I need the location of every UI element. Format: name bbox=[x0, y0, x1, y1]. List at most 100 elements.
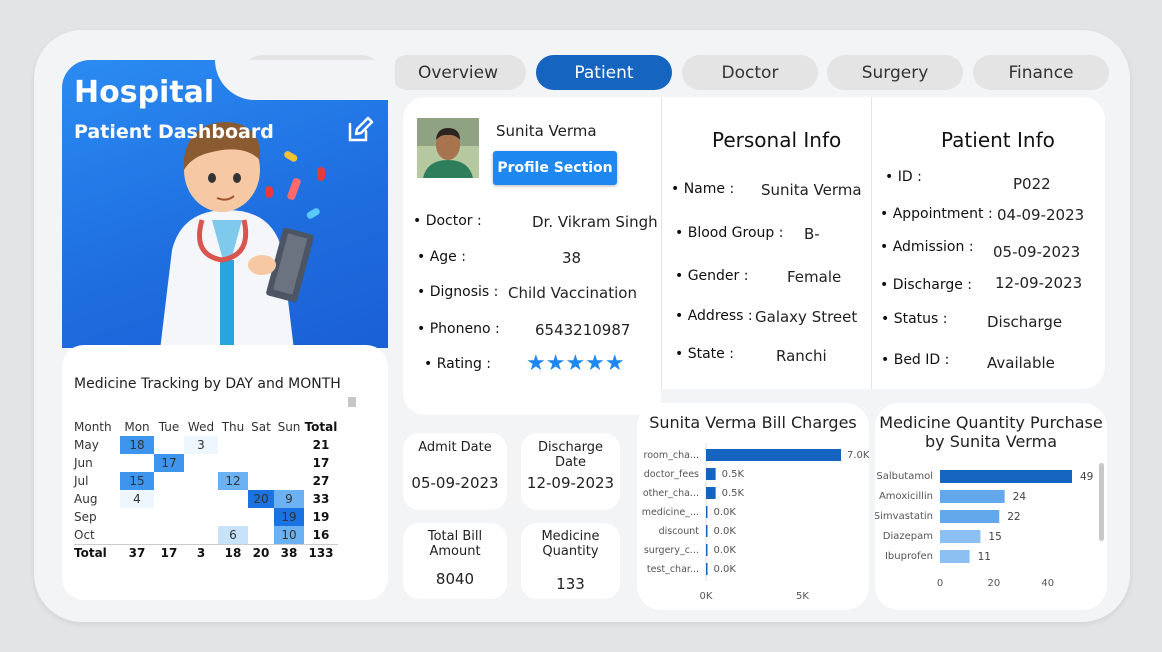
patient-field-label: • ID : bbox=[885, 169, 922, 185]
medicine-quantity-chart-card: Medicine Quantity Purchase by Sunita Ver… bbox=[875, 403, 1107, 610]
category-label: other_cha... bbox=[643, 488, 699, 499]
matrix-column-header[interactable]: Thu bbox=[218, 418, 248, 436]
matrix-column-header[interactable]: Month bbox=[74, 418, 120, 436]
data-label: 24 bbox=[1013, 491, 1027, 503]
matrix-value-cell bbox=[218, 490, 248, 508]
matrix-column-header[interactable]: Sun bbox=[274, 418, 304, 436]
personal-field-value: Galaxy Street bbox=[755, 308, 858, 326]
scrollbar-thumb[interactable] bbox=[348, 397, 356, 407]
matrix-column-header[interactable]: Tue bbox=[154, 418, 184, 436]
matrix-total-cell: 33 bbox=[312, 492, 330, 506]
data-label: 0.0K bbox=[714, 507, 737, 518]
data-label: 0.0K bbox=[714, 545, 737, 556]
medicine-quantity-chart: Salbutamol 49 Amoxicillin 24 Simvastatin 22 Di… bbox=[875, 470, 1093, 589]
matrix-value-cell: 20 bbox=[248, 490, 274, 508]
matrix-value-cell bbox=[218, 436, 248, 454]
matrix-column-header[interactable]: Total bbox=[304, 418, 338, 436]
matrix-grand-total-cell: 38 bbox=[274, 543, 304, 562]
matrix-value-cell bbox=[184, 454, 218, 472]
x-tick-label: 0 bbox=[937, 578, 943, 589]
matrix-column-header[interactable]: Wed bbox=[184, 418, 218, 436]
matrix-value-cell bbox=[120, 526, 154, 544]
patient-info-heading: Patient Info bbox=[941, 128, 1055, 152]
matrix-value-cell: 3 bbox=[184, 436, 218, 454]
patient-name: Sunita Verma bbox=[496, 122, 597, 140]
bill-charges-chart-card: Sunita Verma Bill Charges room_cha... 7.0… bbox=[637, 403, 869, 610]
matrix-value-cell bbox=[274, 472, 304, 490]
data-label: 11 bbox=[978, 551, 991, 563]
patient-field-value: Discharge bbox=[987, 313, 1063, 331]
matrix-row: Sep 19 19 bbox=[74, 508, 338, 526]
bar bbox=[706, 563, 708, 575]
matrix-value-cell bbox=[274, 454, 304, 472]
patient-field-label: • Bed ID : bbox=[881, 352, 950, 368]
bar bbox=[706, 544, 708, 556]
personal-field-value: Female bbox=[787, 268, 842, 286]
patient-field-value: Available bbox=[987, 354, 1055, 372]
category-label: surgery_c... bbox=[644, 545, 699, 556]
matrix-total-cell: 19 bbox=[312, 510, 330, 524]
medicine-quantity-card: Medicine Quantity 133 bbox=[521, 523, 620, 599]
data-label: 7.0K bbox=[847, 450, 869, 461]
nav-doctor[interactable]: Doctor bbox=[682, 55, 818, 90]
bar bbox=[706, 506, 708, 518]
matrix-total-cell: 17 bbox=[312, 456, 330, 470]
medicine-quantity-label-1: Medicine bbox=[541, 529, 600, 544]
data-label: 0.5K bbox=[722, 488, 745, 499]
profile-section-button[interactable]: Profile Section bbox=[493, 151, 617, 185]
category-label: Diazepam bbox=[883, 531, 933, 542]
matrix-value-cell bbox=[154, 472, 184, 490]
bar bbox=[706, 449, 841, 461]
hero-title: Hospital bbox=[74, 75, 215, 110]
matrix-value-cell bbox=[154, 526, 184, 544]
total-bill-label-2: Amount bbox=[429, 544, 481, 559]
matrix-value-cell bbox=[248, 526, 274, 544]
data-label: 0.0K bbox=[714, 564, 737, 575]
matrix-value-cell bbox=[248, 436, 274, 454]
bar bbox=[706, 468, 716, 480]
matrix-month-cell: Jun bbox=[74, 456, 93, 470]
personal-field-value: B- bbox=[804, 225, 820, 243]
matrix-month-cell: Jul bbox=[74, 474, 89, 488]
matrix-value-cell: 10 bbox=[274, 526, 304, 544]
matrix-column-header[interactable]: Mon bbox=[120, 418, 154, 436]
nav-surgery[interactable]: Surgery bbox=[827, 55, 963, 90]
data-label: 0.5K bbox=[722, 469, 745, 480]
rating-stars: ★★★★★ bbox=[526, 351, 625, 376]
category-label: Amoxicillin bbox=[879, 491, 933, 502]
bill-charges-chart: room_cha... 7.0K doctor_fees 0.5K other_cha.… bbox=[642, 443, 869, 602]
profile-field-label: • Age : bbox=[417, 249, 466, 265]
profile-field-label: • Phoneno : bbox=[417, 321, 500, 337]
matrix-grand-total-cell: 3 bbox=[184, 543, 218, 562]
profile-field-value: Dr. Vikram Singh bbox=[532, 213, 658, 231]
x-tick-label: 5K bbox=[796, 591, 809, 602]
matrix-row: Jul 15 12 27 bbox=[74, 472, 338, 490]
matrix-row: Aug 4 20 9 33 bbox=[74, 490, 338, 508]
x-tick-label: 0K bbox=[700, 591, 713, 602]
matrix-row: May 18 3 21 bbox=[74, 436, 338, 454]
data-label: 0.0K bbox=[714, 526, 737, 537]
edit-icon[interactable] bbox=[346, 116, 374, 144]
matrix-total-cell: 27 bbox=[312, 474, 330, 488]
matrix-value-cell: 4 bbox=[120, 490, 154, 508]
patient-photo bbox=[417, 118, 479, 178]
matrix-row: Oct 6 10 16 bbox=[74, 526, 338, 544]
nav-finance[interactable]: Finance bbox=[973, 55, 1109, 90]
matrix-column-header[interactable]: Sat bbox=[248, 418, 274, 436]
nav-patient[interactable]: Patient bbox=[536, 55, 672, 90]
data-label: 22 bbox=[1007, 511, 1020, 523]
chart-scrollbar[interactable] bbox=[1099, 463, 1104, 541]
hero-subtitle: Patient Dashboard bbox=[74, 121, 274, 143]
admit-date-label: Admit Date bbox=[418, 440, 492, 455]
discharge-date-label: Discharge Date bbox=[537, 440, 604, 470]
matrix-month-cell: Sep bbox=[74, 510, 97, 524]
personal-field-value: Ranchi bbox=[776, 347, 827, 365]
category-label: discount bbox=[659, 526, 700, 537]
nav-overview[interactable]: Overview bbox=[390, 55, 526, 90]
matrix-value-cell bbox=[154, 508, 184, 526]
total-bill-card: Total Bill Amount 8040 bbox=[403, 523, 507, 599]
personal-field-label: • Blood Group : bbox=[675, 225, 784, 241]
matrix-value-cell: 12 bbox=[218, 472, 248, 490]
matrix-value-cell bbox=[274, 436, 304, 454]
matrix-header-row: Month Mon Tue Wed Thu Sat Sun Total bbox=[74, 418, 338, 436]
